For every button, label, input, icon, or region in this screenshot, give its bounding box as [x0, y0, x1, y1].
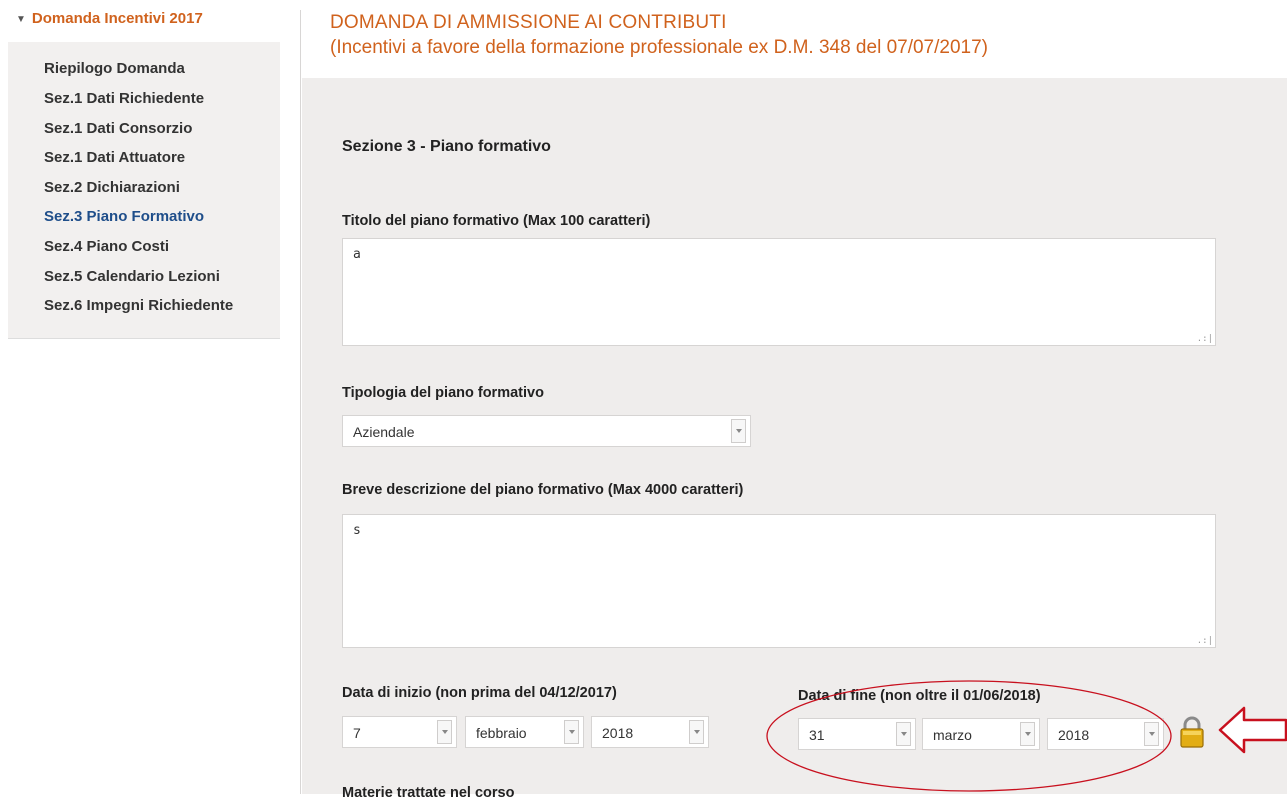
data-inizio-year-select[interactable]: 2018 — [591, 716, 709, 748]
highlight-ellipse — [766, 680, 1172, 792]
sidebar-item-piano-costi[interactable]: Sez.4 Piano Costi — [44, 238, 169, 255]
caret-down-icon: ▼ — [16, 14, 26, 25]
sidebar-item-calendario-lezioni[interactable]: Sez.5 Calendario Lezioni — [44, 268, 220, 285]
tipologia-label: Tipologia del piano formativo — [342, 385, 544, 401]
data-inizio-day-select[interactable]: 7 — [342, 716, 457, 748]
chevron-down-icon[interactable] — [731, 419, 746, 443]
sidebar-item-dati-consorzio[interactable]: Sez.1 Dati Consorzio — [44, 120, 192, 137]
titolo-value: a — [353, 247, 361, 262]
lock-icon[interactable] — [1178, 715, 1206, 749]
descrizione-textarea[interactable]: s .:| — [342, 514, 1216, 648]
sidebar-item-impegni-richiedente[interactable]: Sez.6 Impegni Richiedente — [44, 297, 233, 314]
descrizione-label: Breve descrizione del piano formativo (M… — [342, 482, 744, 498]
titolo-textarea[interactable]: a .:| — [342, 238, 1216, 346]
resize-grip-icon[interactable]: .:| — [1197, 335, 1213, 344]
data-inizio-year-value: 2018 — [602, 725, 634, 741]
materie-label: Materie trattate nel corso — [342, 785, 515, 801]
chevron-down-icon[interactable] — [564, 720, 579, 744]
titolo-label: Titolo del piano formativo (Max 100 cara… — [342, 213, 651, 229]
data-inizio-month-select[interactable]: febbraio — [465, 716, 584, 748]
page-title: DOMANDA DI AMMISSIONE AI CONTRIBUTI — [330, 12, 727, 33]
sidebar-title[interactable]: ▼ Domanda Incentivi 2017 — [16, 10, 203, 27]
sidebar-item-piano-formativo[interactable]: Sez.3 Piano Formativo — [44, 208, 204, 225]
data-inizio-day-value: 7 — [353, 725, 361, 741]
sidebar-item-dati-richiedente[interactable]: Sez.1 Dati Richiedente — [44, 90, 204, 107]
descrizione-value: s — [353, 523, 361, 538]
main-form: Sezione 3 - Piano formativo Titolo del p… — [302, 78, 1287, 801]
sidebar-item-riepilogo[interactable]: Riepilogo Domanda — [44, 60, 185, 77]
left-arrow-annotation-icon — [1218, 706, 1287, 754]
page-subtitle: (Incentivi a favore della formazione pro… — [330, 37, 988, 58]
page-header: DOMANDA DI AMMISSIONE AI CONTRIBUTI (Inc… — [302, 0, 1287, 78]
tipologia-value: Aziendale — [353, 424, 415, 440]
chevron-down-icon[interactable] — [437, 720, 452, 744]
chevron-down-icon[interactable] — [689, 720, 704, 744]
sidebar-menu: Riepilogo Domanda Sez.1 Dati Richiedente… — [8, 42, 280, 339]
resize-grip-icon[interactable]: .:| — [1197, 637, 1213, 646]
data-inizio-month-value: febbraio — [476, 725, 527, 741]
sidebar: ▼ Domanda Incentivi 2017 Riepilogo Domand… — [8, 4, 280, 794]
data-inizio-label: Data di inizio (non prima del 04/12/2017… — [342, 685, 617, 701]
sidebar-item-dati-attuatore[interactable]: Sez.1 Dati Attuatore — [44, 149, 185, 166]
section-title: Sezione 3 - Piano formativo — [342, 138, 551, 155]
sidebar-item-dichiarazioni[interactable]: Sez.2 Dichiarazioni — [44, 179, 180, 196]
sidebar-header[interactable]: ▼ Domanda Incentivi 2017 — [8, 4, 280, 38]
sidebar-divider — [300, 10, 301, 794]
tipologia-select[interactable]: Aziendale — [342, 415, 751, 447]
